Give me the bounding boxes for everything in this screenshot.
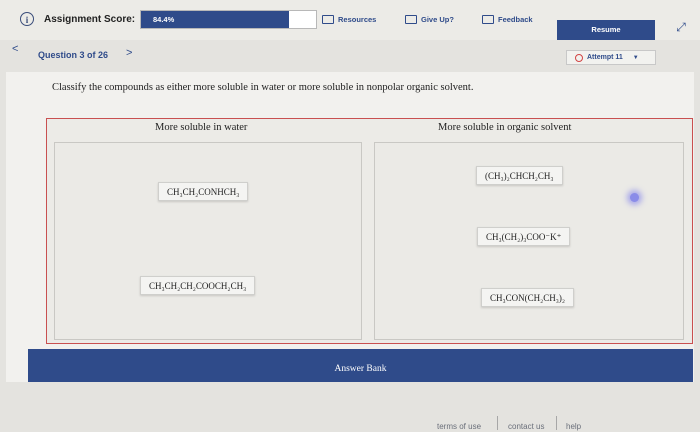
resume-button[interactable]: Resume bbox=[557, 20, 655, 40]
contact-link[interactable]: contact us bbox=[508, 422, 544, 431]
chevron-left-icon[interactable]: < bbox=[12, 43, 18, 55]
caret-down-icon: ▼ bbox=[632, 54, 639, 61]
footer-divider bbox=[556, 416, 557, 430]
resources-label: Resources bbox=[338, 15, 377, 24]
attempt-dropdown[interactable]: Attempt 11 ▼ bbox=[566, 50, 656, 65]
question-number: Question 3 of 26 bbox=[38, 50, 109, 60]
footer-divider bbox=[497, 416, 498, 430]
screen-glare bbox=[630, 193, 639, 202]
resources-button[interactable]: Resources bbox=[322, 15, 376, 24]
left-column-heading: More soluble in water bbox=[155, 122, 248, 133]
compound-card[interactable]: CH₃(CH₂)₃COO⁻K⁺ bbox=[477, 227, 571, 246]
info-icon[interactable]: i bbox=[20, 12, 34, 26]
water-drop-zone[interactable] bbox=[54, 142, 362, 340]
compound-card[interactable]: CH₃CH₂CH₂COOCH₂CH₃ bbox=[140, 276, 256, 295]
answer-bank-header: Answer Bank bbox=[28, 349, 693, 382]
terms-link[interactable]: terms of use bbox=[437, 422, 481, 431]
attempt-label: Attempt 11 bbox=[587, 54, 623, 61]
give-up-icon bbox=[405, 15, 417, 24]
compound-card[interactable]: (CH₃)₂CHCH₂CH₃ bbox=[476, 166, 563, 185]
compound-card[interactable]: CH₃CON(CH₂CH₃)₂ bbox=[481, 288, 575, 307]
score-progress-bar: 84.4% bbox=[140, 10, 317, 29]
right-column-heading: More soluble in organic solvent bbox=[438, 122, 572, 133]
compound-card[interactable]: CH₃CH₂CONHCH₃ bbox=[158, 182, 249, 201]
question-prompt: Classify the compounds as either more so… bbox=[52, 82, 474, 93]
feedback-icon bbox=[482, 15, 494, 24]
score-value: 84.4% bbox=[141, 11, 289, 28]
give-up-label: Give Up? bbox=[421, 15, 454, 24]
feedback-button[interactable]: Feedback bbox=[482, 15, 533, 24]
help-link[interactable]: help bbox=[566, 422, 581, 431]
feedback-label: Feedback bbox=[498, 15, 533, 24]
attempt-status-icon bbox=[575, 53, 583, 62]
give-up-button[interactable]: Give Up? bbox=[405, 15, 454, 24]
assignment-score-label: Assignment Score: bbox=[44, 14, 136, 25]
fullscreen-icon[interactable]: ⤢ bbox=[672, 18, 690, 36]
chevron-right-icon[interactable]: > bbox=[126, 47, 132, 59]
resources-icon bbox=[322, 15, 334, 24]
